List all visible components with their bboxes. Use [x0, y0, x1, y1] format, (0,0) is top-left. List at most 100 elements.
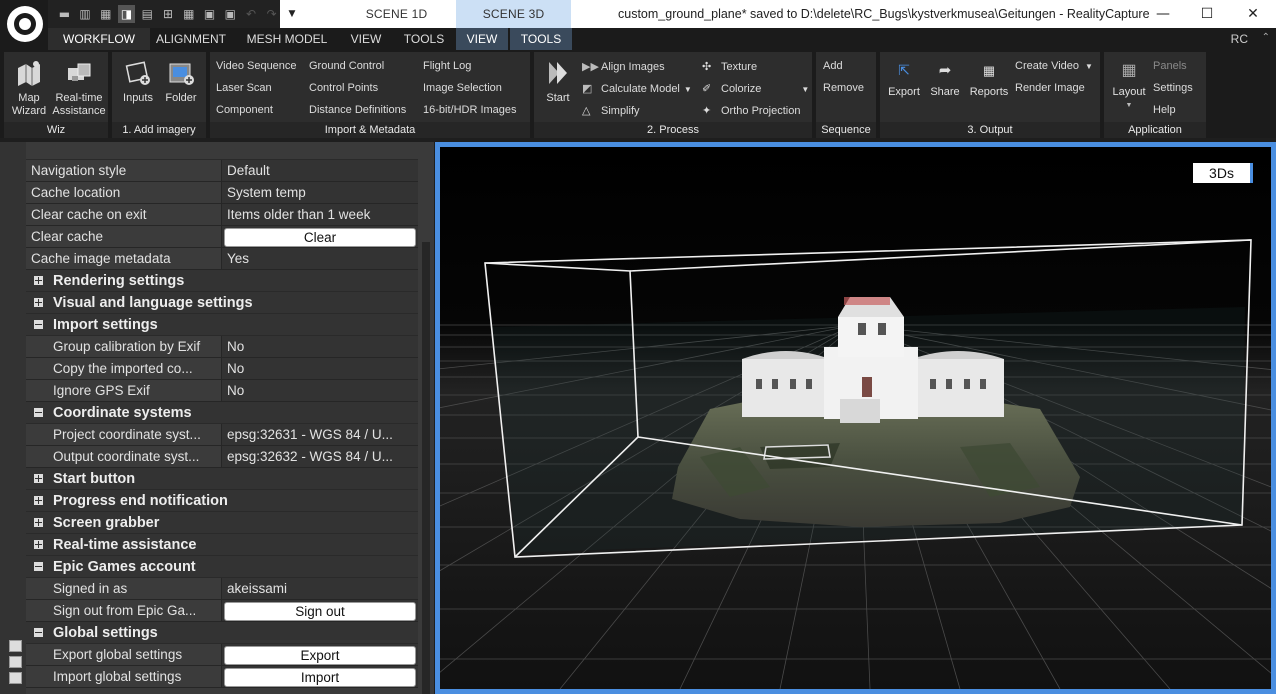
chevron-down-icon[interactable]: ▼ — [801, 85, 809, 94]
collapse-icon[interactable] — [34, 628, 43, 637]
setting-row[interactable]: Navigation style Default — [26, 160, 418, 182]
section-progress[interactable]: Progress end notification — [26, 490, 418, 512]
setting-row[interactable]: Copy the imported co... No — [26, 358, 418, 380]
import-global-button[interactable]: Import — [224, 668, 416, 687]
setting-row[interactable]: Import global settings Import — [26, 666, 418, 688]
reports-button[interactable]: ▦ Reports — [966, 64, 1012, 99]
render-image-button[interactable]: Render Image — [1015, 82, 1085, 94]
setting-value[interactable]: No — [222, 358, 418, 379]
clear-cache-button[interactable]: Clear — [224, 228, 416, 247]
layout-active-icon[interactable]: ◨ — [118, 5, 135, 23]
simplify-button[interactable]: △ Simplify — [582, 104, 640, 118]
redo-icon[interactable]: ↷ — [263, 5, 280, 23]
tab-scene-3d[interactable]: SCENE 3D — [456, 0, 571, 28]
layout-columns-icon[interactable]: ▦ — [97, 5, 114, 23]
setting-value[interactable]: System temp — [222, 182, 418, 203]
move-down-icon[interactable] — [9, 672, 22, 684]
setting-row[interactable]: Cache image metadata Yes — [26, 248, 418, 270]
chevron-down-icon[interactable]: ▼ — [684, 85, 692, 94]
setting-value[interactable]: Default — [222, 160, 418, 181]
chevron-up-icon[interactable]: ⌃ — [1262, 32, 1270, 43]
setting-value[interactable]: epsg:32631 - WGS 84 / U... — [222, 424, 418, 445]
help-button[interactable]: Help — [1153, 104, 1176, 116]
collapse-icon[interactable] — [34, 320, 43, 329]
save-icon[interactable]: ▣ — [201, 5, 218, 23]
setting-value[interactable]: No — [222, 336, 418, 357]
distance-definitions-button[interactable]: Distance Definitions — [309, 104, 406, 116]
ortho-projection-button[interactable]: ✦ Ortho Projection — [702, 104, 800, 118]
texture-button[interactable]: ✣ Texture — [702, 60, 757, 74]
setting-row[interactable]: Sign out from Epic Ga... Sign out — [26, 600, 418, 622]
section-coordinate-systems[interactable]: Coordinate systems — [26, 402, 418, 424]
ground-control-button[interactable]: Ground Control — [309, 60, 384, 72]
collapse-icon[interactable] — [34, 562, 43, 571]
setting-row[interactable]: Clear cache on exit Items older than 1 w… — [26, 204, 418, 226]
setting-row[interactable]: Project coordinate syst... epsg:32631 - … — [26, 424, 418, 446]
setting-value[interactable]: Items older than 1 week — [222, 204, 418, 225]
setting-row[interactable]: Signed in as akeissami — [26, 578, 418, 600]
layout-quad-icon[interactable]: ⊞ — [160, 5, 177, 23]
scene-canvas[interactable] — [440, 147, 1271, 689]
map-wizard-button[interactable]: Map Wizard — [6, 58, 52, 118]
tab-scene-1d[interactable]: SCENE 1D — [339, 0, 454, 28]
tab-mesh-model[interactable]: MESH MODEL — [238, 28, 336, 50]
chevron-down-icon[interactable]: ▼ — [1085, 62, 1093, 71]
inputs-button[interactable]: Inputs — [118, 58, 158, 105]
expand-icon[interactable] — [34, 496, 43, 505]
laser-scan-button[interactable]: Laser Scan — [216, 82, 272, 94]
export-global-button[interactable]: Export — [224, 646, 416, 665]
setting-row[interactable]: Cache location System temp — [26, 182, 418, 204]
start-button[interactable]: Start — [540, 58, 576, 105]
layout-split-icon[interactable]: ▥ — [77, 5, 94, 23]
panel-scrollbar[interactable] — [422, 242, 430, 694]
create-video-button[interactable]: Create Video ▼ — [1015, 60, 1093, 72]
section-rendering[interactable]: Rendering settings — [26, 270, 418, 292]
add-sequence-button[interactable]: Add — [823, 60, 843, 72]
expand-icon[interactable] — [34, 474, 43, 483]
minimize-button[interactable]: — — [1140, 0, 1186, 28]
expand-icon[interactable] — [34, 518, 43, 527]
expand-icon[interactable] — [34, 298, 43, 307]
setting-value[interactable]: No — [222, 380, 418, 401]
folder-button[interactable]: Folder — [160, 58, 202, 105]
view-mode-badge[interactable]: 3Ds — [1193, 163, 1253, 183]
video-sequence-button[interactable]: Video Sequence — [216, 60, 297, 72]
hdr-images-button[interactable]: 16-bit/HDR Images — [423, 104, 517, 116]
share-button[interactable]: ➦ Share — [928, 63, 962, 99]
layout-six-icon[interactable]: ▦ — [180, 5, 197, 23]
layout-button[interactable]: ▦ Layout ▼ — [1108, 63, 1150, 112]
collapse-icon[interactable] — [34, 408, 43, 417]
tab-alignment[interactable]: ALIGNMENT — [150, 28, 232, 50]
setting-value[interactable]: Yes — [222, 248, 418, 269]
tab-tools[interactable]: TOOLS — [398, 28, 450, 50]
move-up-icon[interactable] — [9, 656, 22, 668]
setting-row[interactable]: Export global settings Export — [26, 644, 418, 666]
setting-row[interactable]: Group calibration by Exif No — [26, 336, 418, 358]
layout-single-icon[interactable]: ▬ — [56, 5, 73, 23]
export-button[interactable]: ⇱ Export — [886, 63, 922, 99]
undo-icon[interactable]: ↶ — [243, 5, 260, 23]
expand-icon[interactable] — [34, 540, 43, 549]
realtime-assistance-button[interactable]: Real-time Assistance — [52, 58, 106, 118]
colorize-button[interactable]: ✐ Colorize ▼ — [702, 82, 809, 96]
rc-menu-label[interactable]: RC — [1231, 28, 1248, 50]
expand-icon[interactable] — [34, 276, 43, 285]
remove-sequence-button[interactable]: Remove — [823, 82, 864, 94]
save-as-icon[interactable]: ▣ — [222, 5, 239, 23]
section-start-button[interactable]: Start button — [26, 468, 418, 490]
app-logo[interactable] — [0, 0, 48, 50]
section-global-settings[interactable]: Global settings — [26, 622, 418, 644]
3d-viewport[interactable]: 3Ds — [435, 142, 1276, 694]
panels-button[interactable]: Panels — [1153, 60, 1187, 72]
layout-grid-icon[interactable]: ▤ — [139, 5, 156, 23]
restore-icon[interactable] — [9, 640, 22, 652]
section-epic-account[interactable]: Epic Games account — [26, 556, 418, 578]
calculate-model-button[interactable]: ◩ Calculate Model ▼ — [582, 82, 692, 96]
qat-dropdown-icon[interactable]: ▼ — [282, 0, 302, 28]
section-visual[interactable]: Visual and language settings — [26, 292, 418, 314]
setting-value[interactable]: epsg:32632 - WGS 84 / U... — [222, 446, 418, 467]
sign-out-button[interactable]: Sign out — [224, 602, 416, 621]
align-images-button[interactable]: ▶▶ Align Images — [582, 60, 665, 74]
setting-row[interactable]: Output coordinate syst... epsg:32632 - W… — [26, 446, 418, 468]
component-button[interactable]: Component — [216, 104, 273, 116]
